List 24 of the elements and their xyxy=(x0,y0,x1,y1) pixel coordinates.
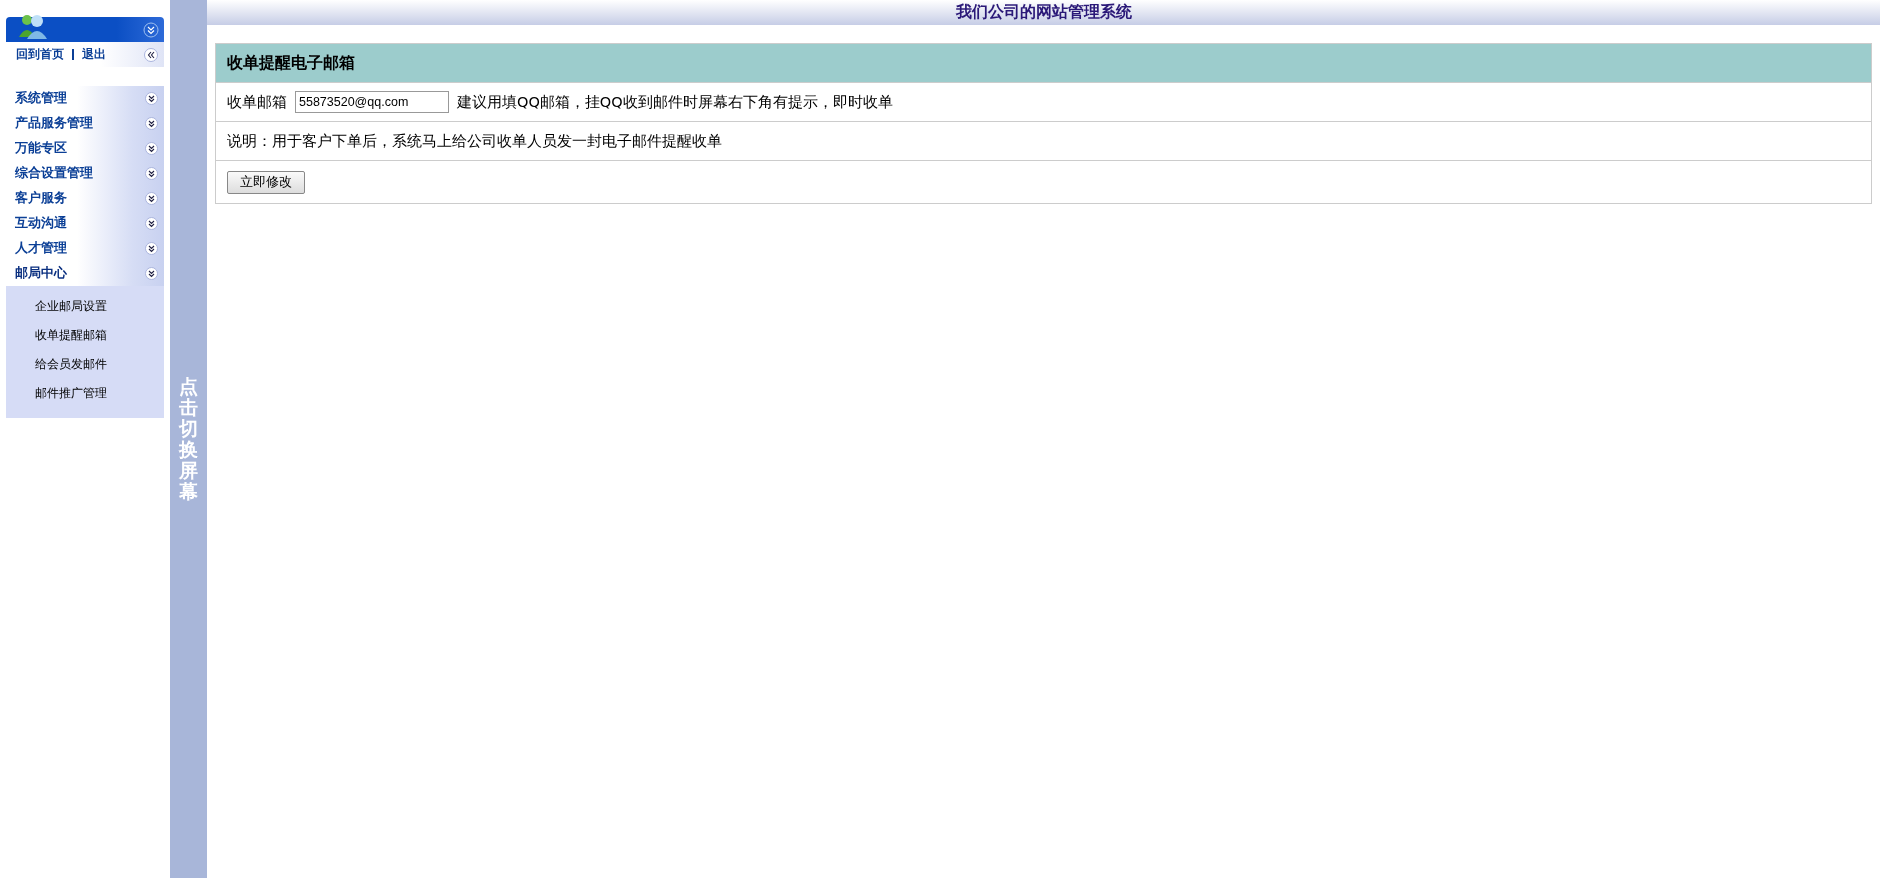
panel-title: 收单提醒电子邮箱 xyxy=(216,44,1871,82)
collapse-icon[interactable] xyxy=(143,21,159,38)
submit-button[interactable]: 立即修改 xyxy=(227,170,305,194)
site-title: 我们公司的网站管理系统 xyxy=(955,2,1132,23)
back-icon[interactable] xyxy=(144,47,158,62)
chevron-down-icon xyxy=(145,242,158,255)
users-icon xyxy=(18,12,48,39)
submenu-item[interactable]: 给会员发邮件 xyxy=(6,350,164,379)
chevron-down-icon xyxy=(145,167,158,180)
logout-link[interactable]: 退出 xyxy=(82,46,106,63)
field-label: 收单邮箱 xyxy=(227,92,287,112)
chevron-down-icon xyxy=(145,217,158,230)
chevron-down-icon xyxy=(145,117,158,130)
chevron-down-icon xyxy=(145,142,158,155)
note-text: 说明：用于客户下单后，系统马上给公司收单人员发一封电子邮件提醒收单 xyxy=(227,131,722,151)
hint-text: 建议用填QQ邮箱，挂QQ收到邮件时屏幕右下角有提示，即时收单 xyxy=(457,92,893,112)
email-field[interactable]: 55873520@qq.com xyxy=(295,91,449,113)
submenu-item[interactable]: 邮件推广管理 xyxy=(6,379,164,408)
chevron-down-icon xyxy=(145,92,158,105)
chevron-down-icon xyxy=(145,267,158,280)
home-link[interactable]: 回到首页 xyxy=(16,46,64,63)
chevron-down-icon xyxy=(145,192,158,205)
submenu-item[interactable]: 收单提醒邮箱 xyxy=(6,321,164,350)
submenu-item[interactable]: 企业邮局设置 xyxy=(6,292,164,321)
